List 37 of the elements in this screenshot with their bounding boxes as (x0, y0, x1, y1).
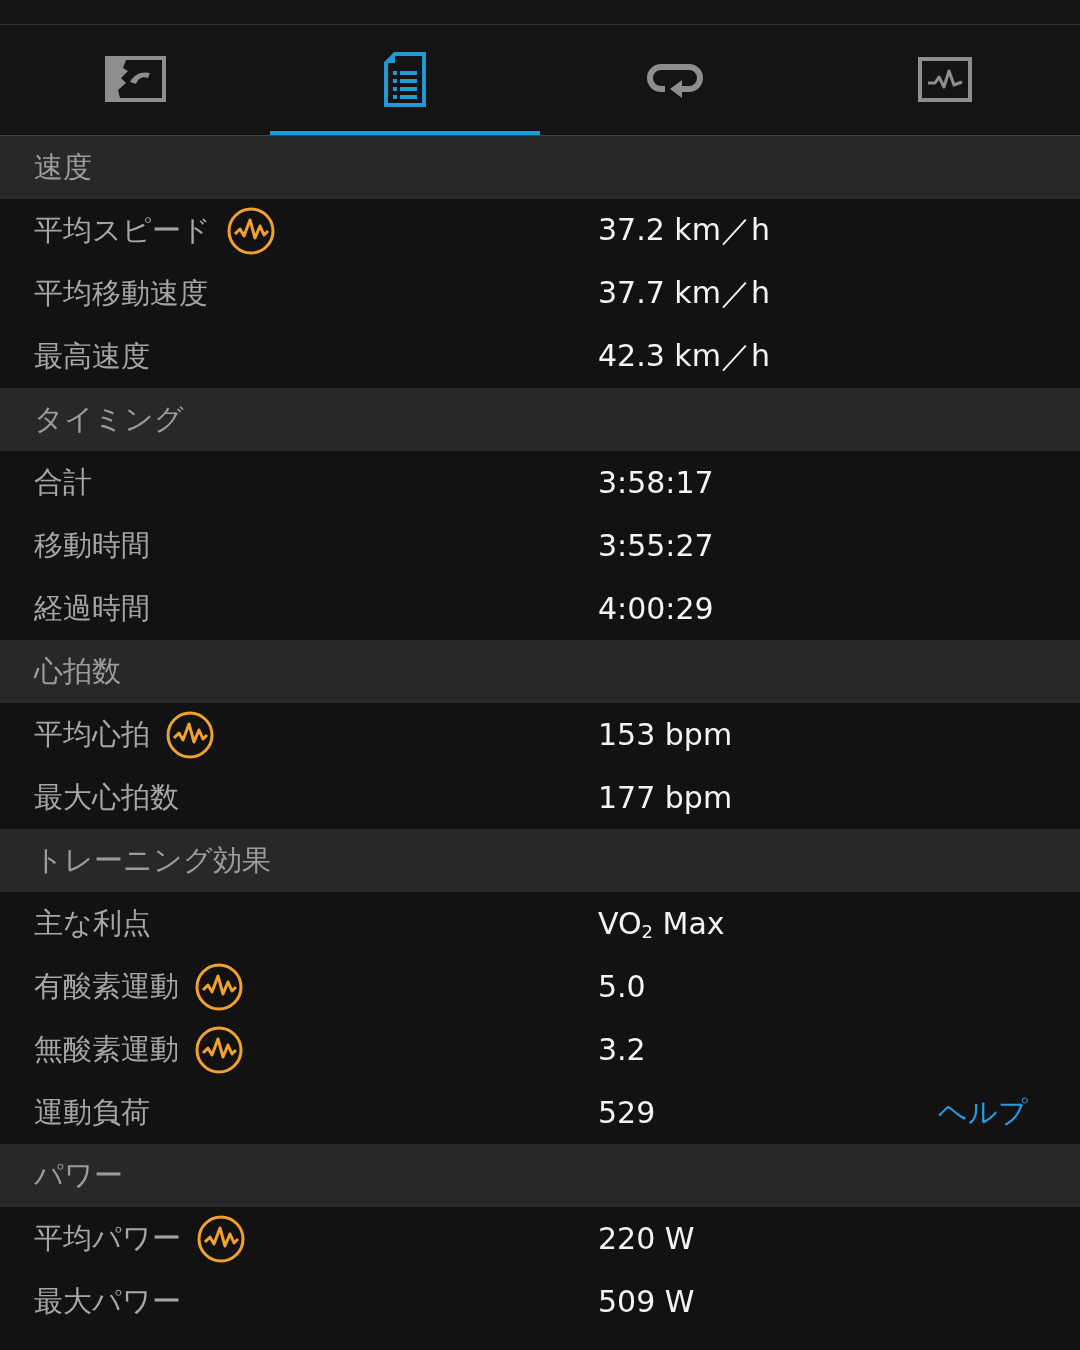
stat-value: 3:55:27 (598, 528, 715, 563)
stat-label: 平均パワー (34, 1219, 181, 1257)
stat-value: 42.3 km／h (598, 337, 771, 375)
stat-label: 移動時間 (34, 526, 150, 564)
section-header: 心拍数 (0, 640, 1080, 703)
stat-value: 37.7 km／h (598, 274, 771, 312)
map-icon (104, 56, 166, 102)
stat-label: 運動負荷 (34, 1093, 150, 1131)
stat-value: 509 W (598, 1284, 696, 1319)
stat-label: 最大心拍数 (34, 778, 179, 816)
stat-label: 最大パワー (34, 1282, 181, 1320)
activity-chart-icon (918, 56, 972, 102)
stat-value: 3:58:17 (598, 465, 715, 500)
stat-value: 4:00:29 (598, 591, 715, 626)
stat-value: 37.2 km／h (598, 211, 771, 249)
stat-label: 無酸素運動 (34, 1030, 179, 1068)
stat-label: 平均移動速度 (34, 274, 208, 312)
section-header: 速度 (0, 136, 1080, 199)
section-header: パワー (0, 1144, 1080, 1207)
stat-value: 529 (598, 1095, 657, 1130)
stat-value: 220 W (598, 1221, 696, 1256)
stat-value: 153 bpm (598, 717, 734, 752)
stat-label: 合計 (34, 463, 92, 501)
stat-label: 平均スピード (34, 211, 211, 249)
stat-label: 有酸素運動 (34, 967, 179, 1005)
stat-label: 平均心拍 (34, 715, 150, 753)
document-list-icon (384, 51, 426, 107)
stat-value: 5.0 (598, 969, 647, 1004)
stat-value: 177 bpm (598, 780, 734, 815)
help-link[interactable]: ヘルプ (938, 1092, 1028, 1133)
section-header: トレーニング効果 (0, 829, 1080, 892)
stat-label: 主な利点 (34, 904, 151, 942)
stat-value: 3.2 (598, 1032, 647, 1067)
stat-label: 経過時間 (34, 589, 150, 627)
stat-label: 最高速度 (34, 337, 150, 375)
section-header: タイミング (0, 388, 1080, 451)
stat-value: VO$_{2}$ Max (598, 906, 726, 941)
